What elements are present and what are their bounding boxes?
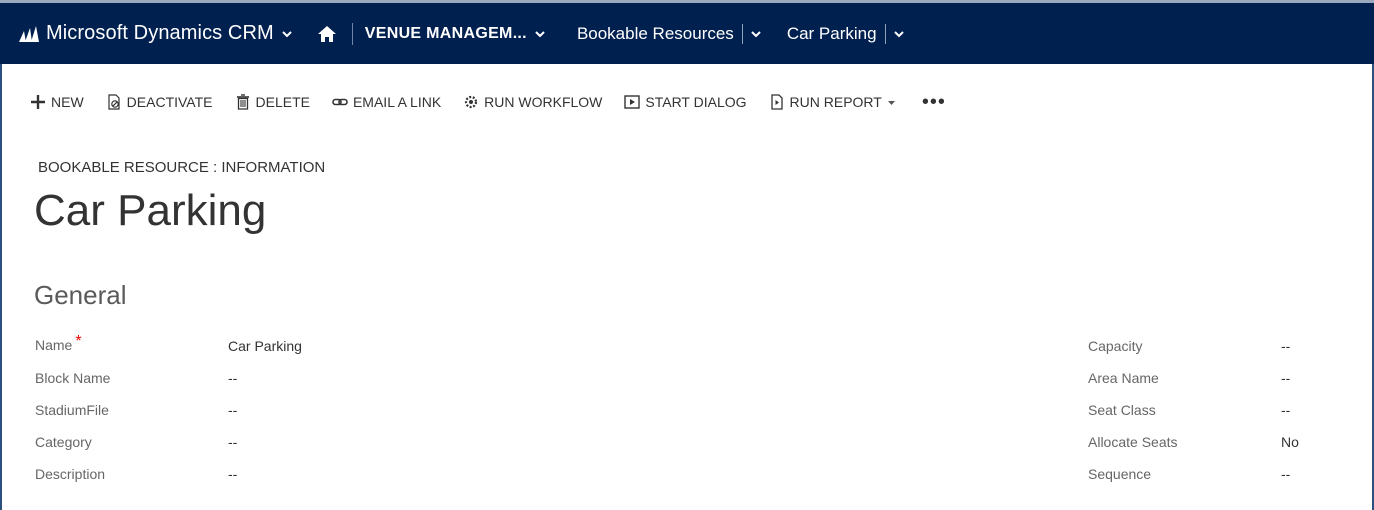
nav-entity-link[interactable]: Bookable Resources	[577, 24, 734, 44]
new-button[interactable]: NEW	[30, 94, 84, 110]
email-link-label: EMAIL A LINK	[352, 94, 442, 110]
field-label: Name *	[35, 333, 82, 353]
nav-separator	[884, 23, 886, 44]
caret-down-icon	[887, 100, 895, 105]
start-dialog-button[interactable]: START DIALOG	[624, 94, 747, 110]
deactivate-button[interactable]: DEACTIVATE	[106, 94, 213, 110]
chevron-down-icon[interactable]	[749, 27, 763, 41]
field-row-description: Description --	[35, 458, 302, 490]
delete-button[interactable]: DELETE	[235, 94, 310, 110]
workflow-gear-icon	[465, 95, 478, 109]
top-navigation-bar: Microsoft Dynamics CRM VENUE MANAGEM... …	[0, 0, 1374, 64]
field-value-area-name[interactable]: --	[1281, 370, 1290, 386]
nav-entity-label: Bookable Resources	[576, 23, 734, 43]
deactivate-icon	[108, 94, 120, 110]
field-value-capacity[interactable]: --	[1281, 338, 1290, 354]
section-title: General	[34, 280, 127, 310]
field-label: Seat Class	[1088, 402, 1156, 418]
chevron-down-icon	[282, 30, 292, 37]
nav-separator	[741, 23, 743, 44]
nav-area-menu[interactable]: VENUE MANAGEM...	[365, 25, 547, 43]
right-field-column: Capacity -- Area Name -- Seat Class -- A…	[1088, 330, 1299, 490]
field-row-capacity: Capacity --	[1088, 330, 1299, 362]
app-title: Microsoft Dynamics CRM	[46, 22, 274, 44]
page-title: Car Parking	[34, 186, 267, 235]
field-row-area-name: Area Name --	[1088, 362, 1299, 394]
field-label: StadiumFile	[35, 402, 109, 418]
field-label: Description	[35, 466, 106, 482]
field-value-allocate-seats[interactable]: No	[1281, 434, 1299, 450]
nav-record-label: Car Parking	[786, 23, 877, 43]
nav-area-label: VENUE MANAGEM...	[364, 24, 527, 42]
required-marker: *	[75, 333, 82, 350]
field-row-stadium-file: StadiumFile --	[35, 394, 302, 426]
run-report-label: RUN REPORT	[789, 94, 882, 110]
form-entity-label: BOOKABLE RESOURCE : INFORMATION	[38, 159, 326, 176]
plus-icon	[31, 95, 45, 109]
app-logo-button[interactable]: Microsoft Dynamics CRM	[18, 22, 294, 45]
nav-separator	[351, 22, 353, 45]
nav-record-link[interactable]: Car Parking	[787, 24, 877, 44]
report-icon	[770, 94, 783, 110]
deactivate-label: DEACTIVATE	[126, 94, 213, 110]
field-label: Capacity	[1088, 338, 1143, 354]
start-dialog-label: START DIALOG	[645, 94, 747, 110]
field-value-stadium-file[interactable]: --	[228, 402, 237, 418]
run-report-button[interactable]: RUN REPORT	[769, 94, 896, 110]
field-row-name: Name * Car Parking	[35, 330, 302, 362]
field-value-sequence[interactable]: --	[1281, 466, 1290, 482]
chevron-down-icon[interactable]	[892, 27, 906, 41]
field-label: Sequence	[1088, 466, 1152, 482]
left-field-column: Name * Car Parking Block Name -- StadiumF…	[35, 330, 302, 490]
field-value-description[interactable]: --	[228, 466, 237, 482]
run-workflow-label: RUN WORKFLOW	[484, 94, 603, 110]
chevron-down-icon	[535, 30, 545, 37]
field-row-seat-class: Seat Class --	[1088, 394, 1299, 426]
field-label: Category	[35, 434, 92, 450]
link-icon	[332, 98, 348, 106]
field-row-block-name: Block Name --	[35, 362, 302, 394]
email-link-button[interactable]: EMAIL A LINK	[332, 94, 441, 110]
home-icon[interactable]	[316, 23, 338, 45]
field-value-name[interactable]: Car Parking	[228, 338, 302, 354]
run-workflow-button[interactable]: RUN WORKFLOW	[463, 94, 602, 110]
delete-label: DELETE	[255, 94, 310, 110]
new-label: NEW	[51, 94, 84, 110]
field-label: Allocate Seats	[1088, 434, 1178, 450]
field-row-sequence: Sequence --	[1088, 458, 1299, 490]
dialog-play-icon	[624, 95, 641, 109]
field-value-category[interactable]: --	[228, 434, 237, 450]
field-row-category: Category --	[35, 426, 302, 458]
dynamics-logo-icon	[19, 25, 39, 42]
more-commands-button[interactable]: •••	[922, 92, 946, 112]
field-value-seat-class[interactable]: --	[1281, 402, 1290, 418]
command-bar: NEW DEACTIVATE DELETE EMAIL A LINK RUN W…	[30, 88, 946, 116]
field-label: Area Name	[1088, 370, 1159, 386]
field-row-allocate-seats: Allocate Seats No	[1088, 426, 1299, 458]
trash-icon	[236, 94, 249, 110]
field-value-block-name[interactable]: --	[228, 370, 237, 386]
field-label: Block Name	[35, 370, 111, 386]
